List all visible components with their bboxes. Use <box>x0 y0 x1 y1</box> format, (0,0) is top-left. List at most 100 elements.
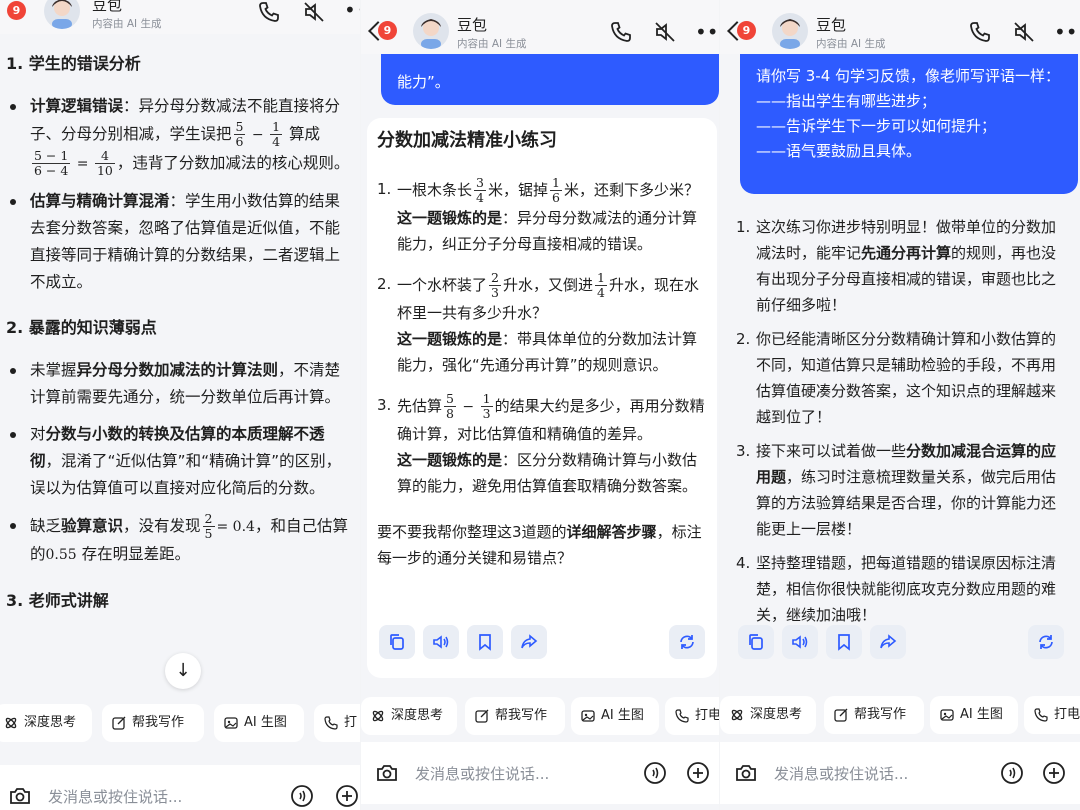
chat-panel-2: 能力”。 9 豆包 内容由 AI 生成 ••• 分数加减法精准小练习 1. 一根… <box>361 0 719 810</box>
item-text: 先估算 <box>397 397 443 415</box>
section-title: 1. 学生的错误分析 <box>6 54 141 73</box>
voice-icon[interactable] <box>643 761 667 785</box>
share-icon <box>880 634 897 649</box>
item-label: 这一题锻炼的是 <box>397 209 503 227</box>
bookmark-button[interactable] <box>467 625 503 659</box>
mute-icon[interactable] <box>1012 20 1036 44</box>
message-content: 分数加减法精准小练习 1. 一根木条长 3 4 米，锯掉 1 6 米，还剩下多少米？ 这一题… <box>367 128 717 571</box>
scroll-down-button[interactable]: ↓ <box>165 653 201 689</box>
item-text: 对 <box>30 425 46 443</box>
bookmark-icon <box>479 634 491 651</box>
chip-label: AI 生图 <box>244 715 287 730</box>
unread-badge: 9 <box>7 1 26 20</box>
item-text: 升水，又倒进 <box>502 276 593 294</box>
help-write-chip[interactable]: 帮我写作 <box>465 697 565 735</box>
list-item: 1. 一根木条长 3 4 米，锯掉 1 6 米，还剩下多少米？ 这一题锻炼的是：异分母分数减… <box>377 176 705 257</box>
call-chip[interactable]: 打 <box>314 704 360 742</box>
list-item: 4. 坚持整理错题，把每道错题的错误原因标注清楚，相信你很快就能彻底攻克分数应用… <box>736 550 1068 628</box>
chip-label: 帮我写作 <box>495 708 548 723</box>
phone-icon[interactable] <box>257 0 281 24</box>
regenerate-button[interactable] <box>1028 625 1064 659</box>
message-input[interactable]: 发消息或按住说话... <box>774 763 908 784</box>
refresh-icon <box>1039 635 1053 649</box>
deep-think-chip[interactable]: 深度思考 <box>0 704 92 742</box>
speaker-icon <box>433 635 449 649</box>
voice-icon[interactable] <box>290 784 314 808</box>
item-text: 你已经能清晰区分分数精确计算和小数估算的不同，知道估算只是辅助检验的手段，不再用… <box>756 330 1057 426</box>
read-aloud-button[interactable] <box>782 625 818 659</box>
call-chip[interactable]: 打电 <box>1024 696 1080 734</box>
bookmark-button[interactable] <box>826 625 862 659</box>
voice-icon[interactable] <box>1000 761 1024 785</box>
bot-name: 豆包 <box>816 16 847 34</box>
math-equation: = 0.4 <box>216 519 255 535</box>
more-icon[interactable]: ••• <box>344 0 360 22</box>
copy-button[interactable] <box>379 625 415 659</box>
image-icon <box>940 709 954 721</box>
plus-icon[interactable] <box>335 784 359 808</box>
plus-icon[interactable] <box>1042 761 1066 785</box>
message-title: 分数加减法精准小练习 <box>377 130 557 151</box>
ai-image-chip[interactable]: AI 生图 <box>930 696 1018 734</box>
message-input[interactable]: 发消息或按住说话... <box>415 763 549 784</box>
copy-button[interactable] <box>738 625 774 659</box>
chip-label: 打电 <box>695 708 719 723</box>
fraction: 14 <box>270 119 283 149</box>
item-number: 4. <box>736 554 751 572</box>
mute-icon[interactable] <box>653 20 677 44</box>
regenerate-button[interactable] <box>669 625 705 659</box>
phone-icon[interactable] <box>609 20 633 44</box>
message-actions <box>738 625 1064 665</box>
atom-icon <box>731 709 743 721</box>
item-text: ，没有发现 <box>123 517 201 535</box>
avatar[interactable] <box>413 13 449 49</box>
closing-question: 要不要我帮你整理这3道题的详细解答步骤，标注每一步的通分关键和易错点？ <box>377 519 705 571</box>
avatar[interactable] <box>772 13 808 49</box>
copy-icon <box>390 634 404 650</box>
camera-icon[interactable] <box>734 761 758 785</box>
user-message-bubble: 请你写 3-4 句学习反馈，像老师写评语一样： ——指出学生有哪些进步； ——告… <box>740 40 1078 194</box>
ai-image-chip[interactable]: AI 生图 <box>571 697 659 735</box>
camera-icon[interactable] <box>375 761 399 785</box>
chat-header: 9 豆包 内容由 AI 生成 ••• <box>720 0 1080 54</box>
share-button[interactable] <box>511 625 547 659</box>
plus-icon[interactable] <box>686 761 710 785</box>
call-chip[interactable]: 打电 <box>665 697 719 735</box>
item-text: 米，锯掉 <box>487 181 548 199</box>
item-label: 这一题锻炼的是 <box>397 451 503 469</box>
share-button[interactable] <box>870 625 906 659</box>
fraction: 13 <box>480 391 493 421</box>
message-input[interactable]: 发消息或按住说话... <box>48 786 182 807</box>
phone-icon[interactable] <box>968 20 992 44</box>
item-bold: 先通分再计算 <box>861 244 952 262</box>
list-item: 未掌握异分母分数加减法的计算法则，不清楚计算前需要先通分，统一分数单位后再计算。 <box>6 357 354 411</box>
fraction: 58 <box>444 391 456 421</box>
help-write-chip[interactable]: 帮我写作 <box>102 704 204 742</box>
item-text: 存在明显差距。 <box>81 545 191 563</box>
message-content: 1. 这次练习你进步特别明显！做带单位的分数加减法时，能牢记先通分再计算的规则，… <box>726 214 1076 628</box>
bot-subtitle: 内容由 AI 生成 <box>457 38 527 50</box>
bot-name: 豆包 <box>457 16 488 34</box>
list-item: 2. 一个水杯装了 2 3 升水，又倒进 1 4 升水，现在水杯里一共有多少升水？ 这一题锻… <box>377 271 705 378</box>
list-item: 计算逻辑错误：异分母分数减法不能直接将分子、分母分别相减，学生误把 5 6 − 14… <box>6 93 354 178</box>
item-bold: 详细解答步骤 <box>566 523 657 541</box>
more-icon[interactable]: ••• <box>695 20 719 44</box>
fraction: 56 <box>233 119 246 149</box>
deep-think-chip[interactable]: 深度思考 <box>361 697 457 735</box>
avatar[interactable] <box>44 0 80 29</box>
read-aloud-button[interactable] <box>423 625 459 659</box>
more-icon[interactable]: ••• <box>1054 20 1080 44</box>
chat-header: 9 豆包 内容由 AI 生成 ••• <box>0 0 360 34</box>
ai-image-chip[interactable]: AI 生图 <box>214 704 304 742</box>
camera-icon[interactable] <box>8 784 32 808</box>
math-symbol: = <box>72 156 93 172</box>
help-write-chip[interactable]: 帮我写作 <box>824 696 924 734</box>
image-icon <box>224 717 238 729</box>
item-number: 2. <box>736 330 751 348</box>
edit-icon <box>112 716 126 730</box>
item-text: 一个水杯装了 <box>397 276 488 294</box>
mute-icon[interactable] <box>302 0 326 24</box>
item-text: 缺乏 <box>30 517 62 535</box>
deep-think-chip[interactable]: 深度思考 <box>720 696 816 734</box>
chip-label: 深度思考 <box>391 708 444 723</box>
